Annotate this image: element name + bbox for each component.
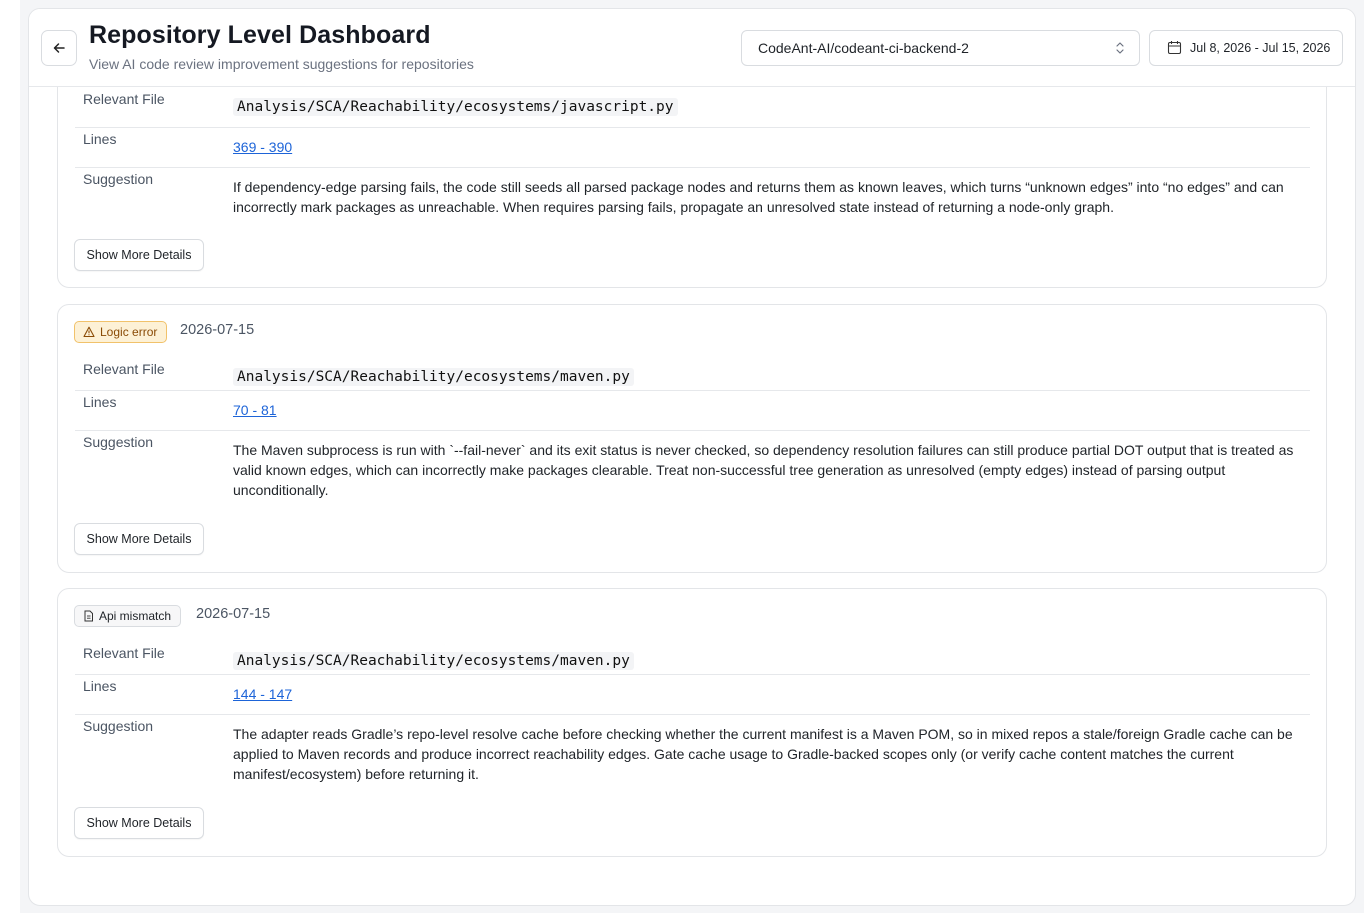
document-icon	[84, 610, 93, 622]
relevant-file-path: Analysis/SCA/Reachability/ecosystems/mav…	[233, 652, 634, 670]
relevant-file-row: Relevant File Analysis/SCA/Reachability/…	[75, 353, 1310, 390]
suggestion-label: Suggestion	[83, 434, 154, 450]
show-more-details-button[interactable]: Show More Details	[74, 807, 204, 839]
page-subtitle: View AI code review improvement suggesti…	[89, 56, 474, 72]
suggestion-label: Suggestion	[83, 718, 154, 734]
suggestion-card: Api mismatch 2026-07-15 Relevant File An…	[57, 588, 1327, 857]
suggestion-label: Suggestion	[83, 171, 154, 187]
repository-select[interactable]: CodeAnt-AI/codeant-ci-backend-2	[741, 30, 1140, 66]
calendar-icon	[1167, 41, 1182, 55]
page-header: Repository Level Dashboard View AI code …	[29, 9, 1355, 87]
relevant-file-row: Relevant File Analysis/SCA/Reachability/…	[75, 637, 1310, 674]
lines-label: Lines	[83, 394, 117, 410]
lines-link[interactable]: 144 - 147	[233, 686, 292, 702]
lines-link[interactable]: 369 - 390	[233, 139, 292, 155]
left-gutter	[0, 0, 20, 913]
suggestion-row: Suggestion The adapter reads Gradle’s re…	[75, 714, 1310, 795]
page-title: Repository Level Dashboard	[89, 21, 431, 49]
relevant-file-label: Relevant File	[83, 645, 165, 661]
date-range-value: Jul 8, 2026 - Jul 15, 2026	[1190, 41, 1331, 55]
show-more-details-button[interactable]: Show More Details	[74, 239, 204, 271]
api-mismatch-badge: Api mismatch	[74, 605, 182, 627]
date-range-picker[interactable]: Jul 8, 2026 - Jul 15, 2026	[1149, 30, 1343, 66]
dashboard-panel: Relevant File Analysis/SCA/Reachability/…	[28, 8, 1356, 906]
chevron-up-down-icon	[1116, 42, 1124, 54]
suggestion-date: 2026-07-15	[180, 322, 255, 338]
show-more-details-button[interactable]: Show More Details	[74, 523, 204, 555]
suggestion-text: The adapter reads Gradle’s repo-level re…	[233, 726, 1293, 782]
lines-row: Lines 144 - 147	[75, 674, 1310, 715]
lines-row: Lines 70 - 81	[75, 390, 1310, 431]
relevant-file-row: Relevant File Analysis/SCA/Reachability/…	[75, 90, 1310, 126]
suggestion-text: The Maven subprocess is run with `--fail…	[233, 442, 1294, 498]
warning-triangle-icon	[83, 326, 95, 338]
logic-error-badge: Logic error	[74, 321, 168, 343]
suggestion-card: Logic error 2026-07-15 Relevant File Ana…	[57, 304, 1327, 573]
lines-label: Lines	[83, 131, 117, 147]
relevant-file-path: Analysis/SCA/Reachability/ecosystems/jav…	[233, 98, 678, 116]
badge-label: Logic error	[100, 325, 158, 339]
badge-label: Api mismatch	[99, 609, 172, 623]
lines-row: Lines 369 - 390	[75, 127, 1310, 168]
repository-select-value: CodeAnt-AI/codeant-ci-backend-2	[758, 40, 969, 56]
relevant-file-label: Relevant File	[83, 91, 165, 107]
lines-label: Lines	[83, 678, 117, 694]
back-button[interactable]	[41, 30, 77, 66]
suggestion-text: If dependency-edge parsing fails, the co…	[233, 179, 1284, 215]
suggestion-row: Suggestion If dependency-edge parsing fa…	[75, 167, 1310, 228]
suggestion-date: 2026-07-15	[196, 606, 271, 622]
relevant-file-path: Analysis/SCA/Reachability/ecosystems/mav…	[233, 368, 634, 386]
suggestion-row: Suggestion The Maven subprocess is run w…	[75, 430, 1310, 511]
arrow-left-icon	[53, 43, 65, 53]
relevant-file-label: Relevant File	[83, 361, 165, 377]
lines-link[interactable]: 70 - 81	[233, 402, 277, 418]
